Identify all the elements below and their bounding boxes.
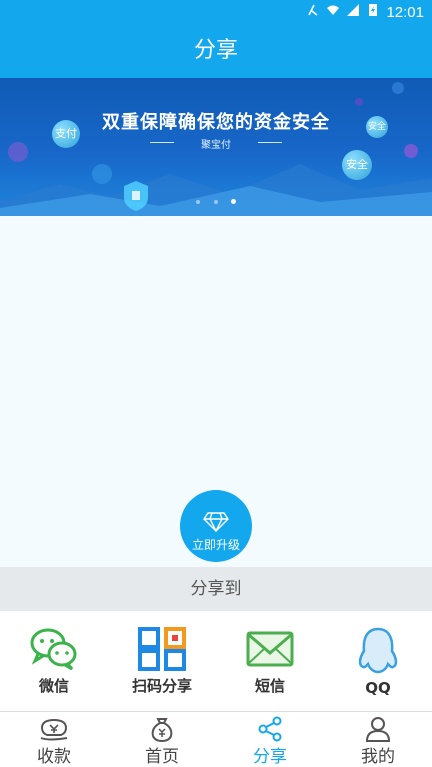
- pager-dot-active: [230, 199, 236, 204]
- share-icon: [258, 716, 282, 742]
- share-qq-button[interactable]: QQ: [324, 611, 432, 711]
- battery-icon: [366, 3, 380, 21]
- status-time: 12:01: [386, 3, 424, 21]
- status-icons: 12:01: [306, 3, 424, 21]
- app-bar: 分享: [0, 24, 432, 78]
- divider: [258, 142, 282, 143]
- tab-home[interactable]: 首页: [108, 712, 216, 767]
- receive-money-icon: [40, 718, 68, 741]
- diamond-icon: [203, 511, 229, 532]
- decor-dot: [355, 98, 363, 106]
- share-qrcode-label: 扫码分享: [131, 677, 192, 695]
- share-qq-label: QQ: [365, 679, 391, 697]
- share-wechat-button[interactable]: 微信: [0, 611, 108, 711]
- pager-dot: [213, 200, 218, 204]
- wifi-icon: [326, 3, 340, 21]
- wechat-icon: [30, 628, 77, 671]
- pager-dot: [196, 200, 201, 204]
- tab-mine-label: 我的: [361, 747, 395, 767]
- status-bar: 12:01: [0, 0, 432, 24]
- banner-headline: 双重保障确保您的资金安全: [102, 112, 330, 133]
- promo-banner[interactable]: 支付 安全 安全 双重保障确保您的资金安全 聚宝付: [0, 78, 432, 216]
- share-sms-button[interactable]: 短信: [216, 611, 324, 711]
- page-title: 分享: [193, 38, 238, 63]
- share-to-header: 分享到: [0, 567, 432, 611]
- upgrade-button[interactable]: 立即升级: [180, 490, 252, 562]
- tab-share[interactable]: 分享: [216, 712, 324, 767]
- tab-receive-label: 收款: [37, 747, 71, 767]
- share-qrcode-button[interactable]: 扫码分享: [108, 611, 216, 711]
- tab-share-label: 分享: [253, 747, 287, 767]
- share-wechat-label: 微信: [38, 677, 69, 695]
- share-to-title: 分享到: [190, 579, 242, 599]
- banner-pager: [0, 189, 432, 208]
- share-options: 微信 扫码分享 短信 QQ: [0, 611, 432, 711]
- share-sms-label: 短信: [254, 677, 285, 695]
- upgrade-label: 立即升级: [191, 537, 240, 552]
- sms-icon: [246, 631, 294, 667]
- banner-brand: 聚宝付: [201, 140, 231, 151]
- money-bag-icon: [151, 718, 173, 742]
- decor-dot: [392, 82, 404, 94]
- signal-icon: [346, 3, 360, 21]
- bottom-tab-bar: 收款 首页 分享 我的: [0, 711, 432, 767]
- tab-receive[interactable]: 收款: [0, 712, 108, 767]
- qrcode-icon: [138, 627, 186, 671]
- qq-icon: [358, 627, 398, 674]
- tab-home-label: 首页: [145, 747, 179, 767]
- user-icon: [365, 717, 391, 742]
- silent-icon: [306, 3, 320, 21]
- tab-mine[interactable]: 我的: [324, 712, 432, 767]
